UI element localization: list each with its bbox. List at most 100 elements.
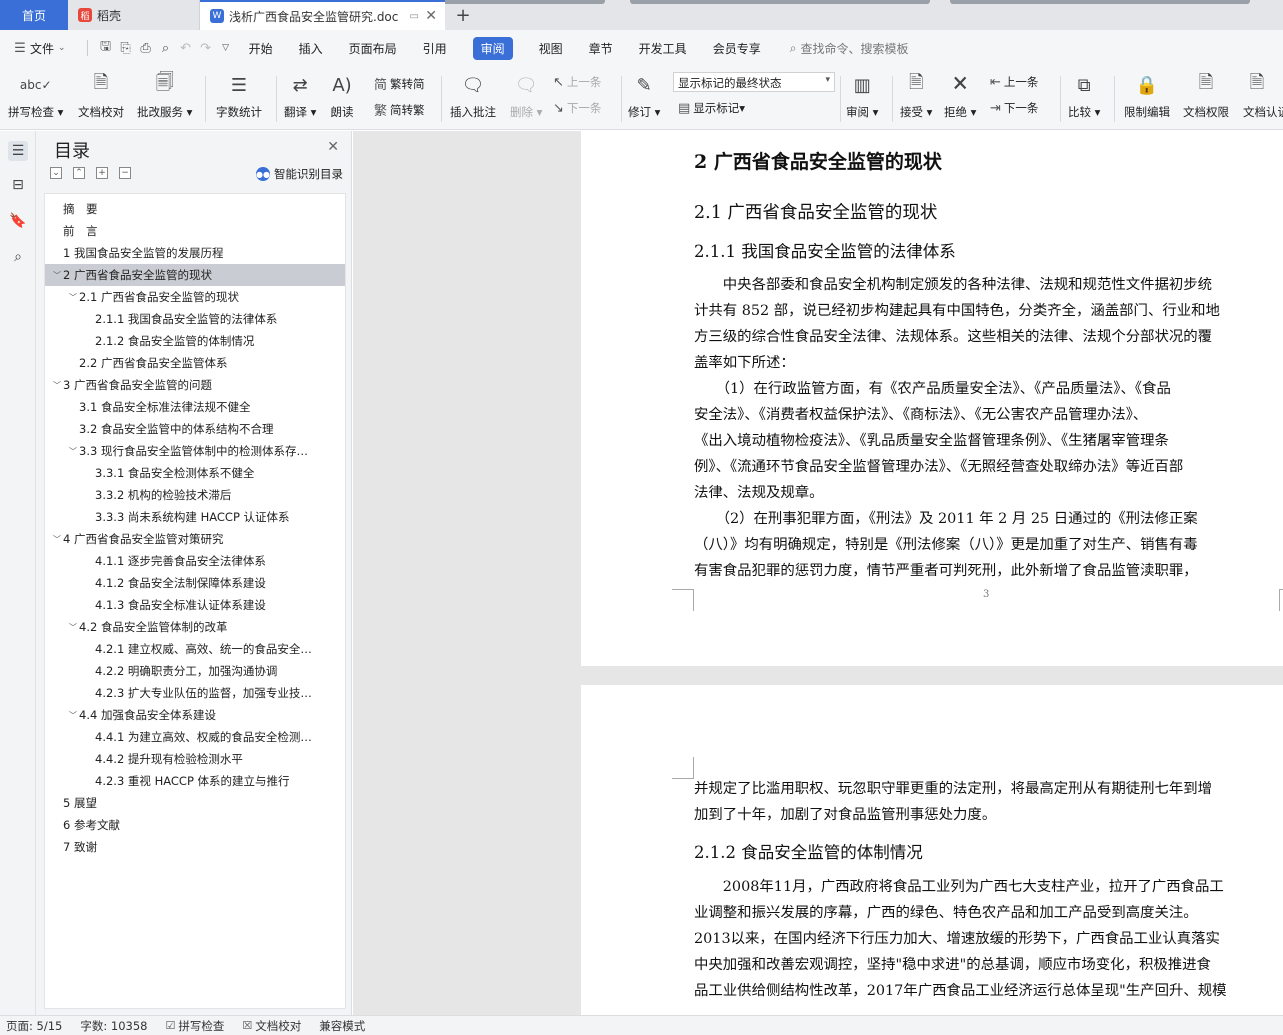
toc-item[interactable]: ﹀ 4.2 食品安全监管体制的改革	[45, 616, 345, 638]
page-indicator[interactable]: 页面: 5/15	[0, 1018, 71, 1034]
export-icon[interactable]: ⎘	[116, 41, 136, 56]
markup-display-select[interactable]: 显示标记的最终状态 ▾	[673, 72, 835, 92]
tab-home[interactable]: 首页	[0, 0, 68, 30]
delete-comment-button[interactable]: 🗨 删除 ▾	[510, 70, 542, 120]
toc-item[interactable]: 4.1.3 食品安全标准认证体系建设	[45, 594, 345, 616]
toc-item[interactable]: 2.1.1 我国食品安全监管的法律体系	[45, 308, 345, 330]
menu-start[interactable]: 开始	[236, 30, 286, 66]
tab-document[interactable]: W 浅析广西食品安全监管研究.doc ▭ ✕	[200, 0, 445, 30]
print-icon[interactable]: ⎙	[136, 41, 156, 56]
redo-icon[interactable]: ↷	[196, 41, 216, 56]
read-aloud-button[interactable]: A) 朗读	[328, 70, 356, 120]
simp-to-trad-button[interactable]: 繁简转繁	[374, 100, 425, 120]
insert-comment-button[interactable]: 🗨 插入批注	[450, 70, 496, 120]
toc-item[interactable]: 4.4.1 为建立高效、权威的食品安全检测…	[45, 726, 345, 748]
menu-view[interactable]: 视图	[526, 30, 576, 66]
toc-item[interactable]: ﹀ 4 广西省食品安全监管对策研究	[45, 528, 345, 550]
translate-button[interactable]: ⇄ 翻译 ▾	[284, 70, 316, 120]
word-count-button[interactable]: ☰ 字数统计	[216, 70, 262, 120]
toc-item[interactable]: 4.2.2 明确职责分工，加强沟通协调	[45, 660, 345, 682]
undo-icon[interactable]: ↶	[176, 41, 196, 56]
pin-icon[interactable]: ▭	[410, 11, 419, 22]
spell-check-status[interactable]: ☑ 拼写检查	[156, 1018, 233, 1034]
proof-status[interactable]: ☒ 文档校对	[233, 1018, 310, 1034]
tab-daoke[interactable]: 稻 稻壳	[68, 0, 200, 30]
toc-item[interactable]: 4.2.3 扩大专业队伍的监督，加强专业技…	[45, 682, 345, 704]
bookmark-icon[interactable]: 🔖	[8, 211, 28, 231]
expand-up-icon[interactable]: ⌃	[73, 167, 85, 179]
spell-check-button[interactable]: abc✓ 拼写检查 ▾	[8, 70, 63, 120]
minus-icon[interactable]: −	[119, 167, 131, 179]
toc-item[interactable]: 前 言	[45, 220, 345, 242]
toc-item[interactable]: 3.1 食品安全标准法律法规不健全	[45, 396, 345, 418]
document-canvas[interactable]: 🗎 ▾ 2 广西省食品安全监管的现状 2.1 广西省食品安全监管的现状 2.1.…	[353, 131, 1283, 1015]
toc-item[interactable]: 6 参考文献	[45, 814, 345, 836]
document-cert-button[interactable]: 🗎 文档认证	[1243, 70, 1283, 120]
close-icon[interactable]: ✕	[327, 139, 339, 155]
toc-item[interactable]: 3.3.3 尚未系统构建 HACCP 认证体系	[45, 506, 345, 528]
toc-item[interactable]: ﹀ 3 广西省食品安全监管的问题	[45, 374, 345, 396]
toc-item[interactable]: 2.1.2 食品安全监管的体制情况	[45, 330, 345, 352]
search-icon[interactable]: ⌕	[8, 247, 28, 267]
chevron-down-icon[interactable]: ﹀	[51, 380, 63, 391]
toc-item[interactable]: 3.3.1 食品安全检测体系不健全	[45, 462, 345, 484]
menu-insert[interactable]: 插入	[286, 30, 336, 66]
toc-item[interactable]: ﹀ 2 广西省食品安全监管的现状	[45, 264, 345, 286]
compare-button[interactable]: ⧉ 比较 ▾	[1068, 70, 1100, 120]
review-pane-button[interactable]: ▥ 审阅 ▾	[846, 70, 878, 120]
previous-comment-button[interactable]: ↖ 上一条	[553, 74, 601, 90]
document-permission-button[interactable]: 🗎 文档权限	[1183, 70, 1229, 120]
menu-layout[interactable]: 页面布局	[336, 30, 410, 66]
toc-item[interactable]: ﹀ 4.4 加强食品安全体系建设	[45, 704, 345, 726]
plus-icon[interactable]: +	[96, 167, 108, 179]
page[interactable]: 并规定了比滥用职权、玩忽职守罪更重的法定刑，将最高定刑从有期徒刑七年到增 加到了十…	[581, 685, 1283, 1015]
toc-item[interactable]: 4.2.3 重视 HACCP 体系的建立与推行	[45, 770, 345, 792]
save-icon[interactable]: 🖫	[96, 37, 116, 59]
page[interactable]: 2 广西省食品安全监管的现状 2.1 广西省食品安全监管的现状 2.1.1 我国…	[581, 131, 1283, 666]
accept-button[interactable]: 🗎 接受 ▾	[900, 70, 932, 120]
toc-item[interactable]: 1 我国食品安全监管的发展历程	[45, 242, 345, 264]
toc-item[interactable]: ﹀ 3.3 现行食品安全监管体制中的检测体系存…	[45, 440, 345, 462]
chevron-down-icon[interactable]: ﹀	[67, 710, 79, 721]
restrict-editing-button[interactable]: 🔒 限制编辑	[1124, 70, 1170, 120]
menu-reference[interactable]: 引用	[410, 30, 460, 66]
toc-item[interactable]: 3.2 食品安全监管中的体系结构不合理	[45, 418, 345, 440]
new-tab-button[interactable]: +	[445, 0, 481, 30]
toc-item[interactable]: 摘 要	[45, 198, 345, 220]
chevron-down-icon[interactable]: ﹀	[51, 534, 63, 545]
print-preview-icon[interactable]: ⌕	[156, 41, 176, 56]
toc-item[interactable]: 4.4.2 提升现有检验检测水平	[45, 748, 345, 770]
chevron-down-icon[interactable]: ﹀	[51, 270, 63, 281]
menu-member[interactable]: 会员专享	[700, 30, 774, 66]
toc-item[interactable]: 4.1.1 逐步完善食品安全法律体系	[45, 550, 345, 572]
document-proof-button[interactable]: 🗎 文档校对	[78, 70, 124, 120]
toc-item[interactable]: 5 展望	[45, 792, 345, 814]
menu-developer[interactable]: 开发工具	[626, 30, 700, 66]
next-comment-button[interactable]: ↘ 下一条	[553, 100, 601, 116]
chevron-down-icon[interactable]: ﹀	[67, 622, 79, 633]
menu-chapter[interactable]: 章节	[576, 30, 626, 66]
previous-change-button[interactable]: ⇤ 上一条	[990, 74, 1038, 90]
toc-item[interactable]: 7 致谢	[45, 836, 345, 858]
chevron-down-icon[interactable]: ﹀	[67, 446, 79, 457]
smart-toc-button[interactable]: ●● 智能识别目录	[256, 166, 343, 182]
trad-to-simp-button[interactable]: 简繁转简	[374, 74, 425, 94]
track-changes-button[interactable]: ✎ 修订 ▾	[628, 70, 660, 120]
annotate-service-button[interactable]: 🗐 批改服务 ▾	[137, 70, 192, 120]
command-search[interactable]: ⌕ 查找命令、搜索模板	[774, 30, 922, 66]
show-marks-button[interactable]: ▤ 显示标记 ▾	[678, 100, 745, 116]
reject-button[interactable]: 🗙 拒绝 ▾	[944, 70, 976, 120]
toc-panel-icon[interactable]: ☰	[8, 141, 28, 161]
chapter-nav-icon[interactable]: ⊟	[8, 175, 28, 195]
toc-item[interactable]: 2.2 广西省食品安全监管体系	[45, 352, 345, 374]
close-icon[interactable]: ✕	[425, 8, 437, 24]
word-count-indicator[interactable]: 字数: 10358	[71, 1018, 156, 1034]
chevron-down-icon[interactable]: ﹀	[67, 292, 79, 303]
file-menu[interactable]: ☰ 文件 ⌄	[0, 30, 79, 66]
toc-item[interactable]: 4.1.2 食品安全法制保障体系建设	[45, 572, 345, 594]
toc-item[interactable]: ﹀ 2.1 广西省食品安全监管的现状	[45, 286, 345, 308]
customize-quick-access-icon[interactable]: ▽	[216, 43, 236, 53]
next-change-button[interactable]: ⇥ 下一条	[990, 100, 1038, 116]
collapse-all-icon[interactable]: ⌄	[50, 167, 62, 179]
menu-review[interactable]: 审阅	[460, 30, 526, 66]
